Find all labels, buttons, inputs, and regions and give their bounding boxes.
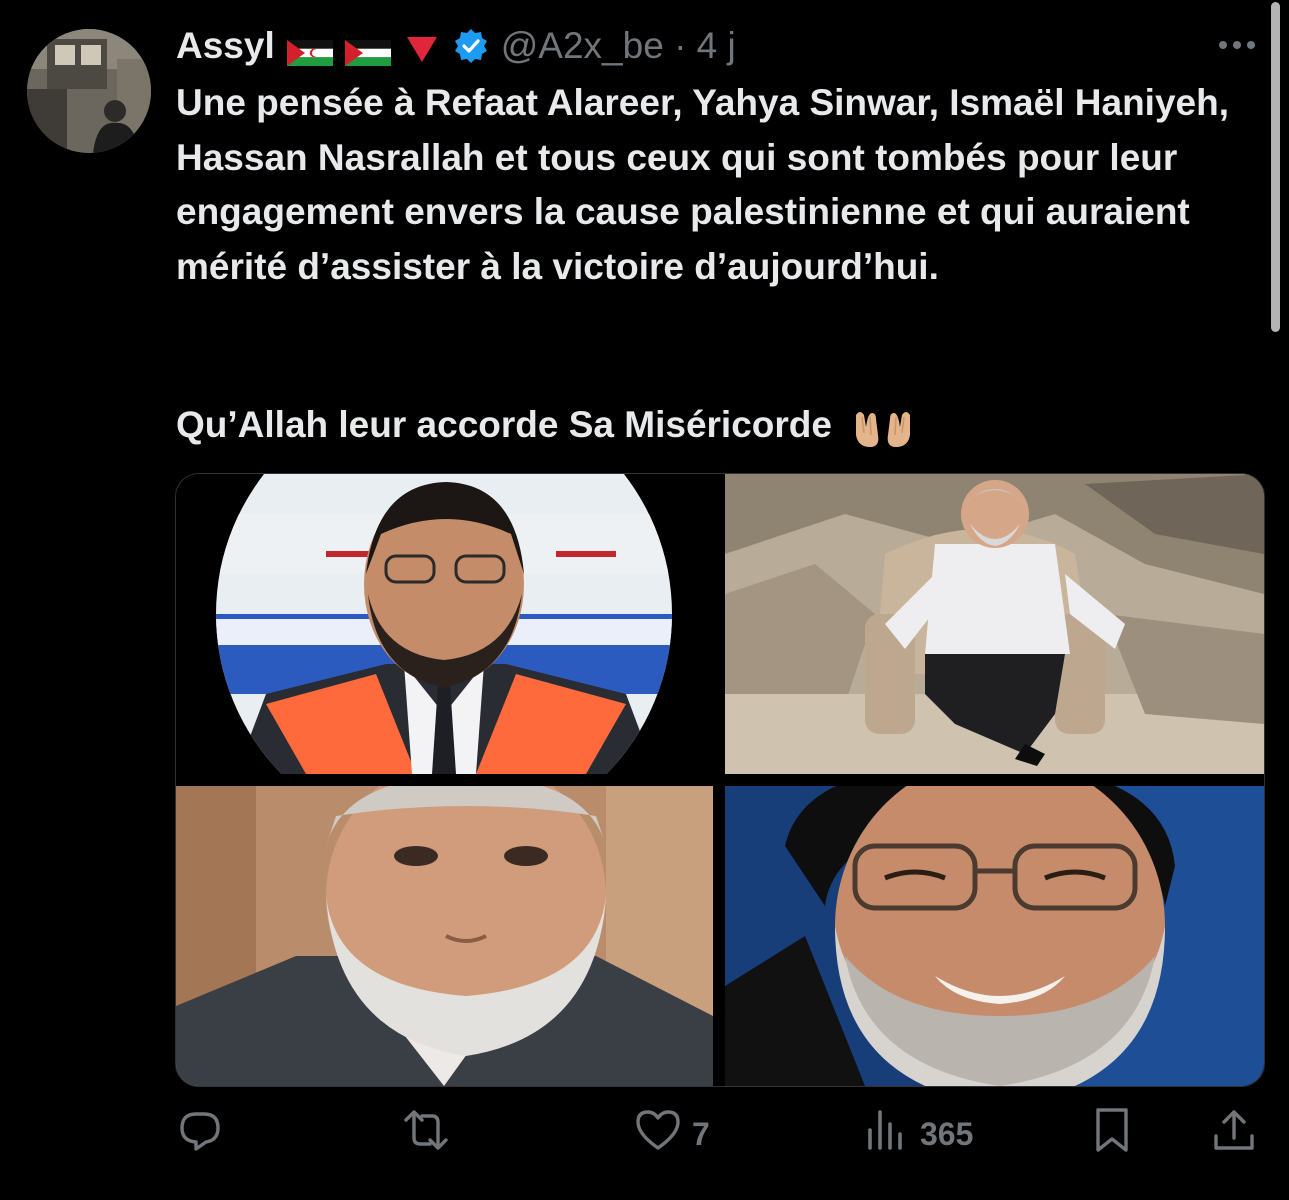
more-options-icon[interactable] [1214,30,1260,60]
reply-icon [176,1106,224,1162]
red-triangle-icon [405,31,439,62]
heart-icon [634,1106,682,1162]
repost-icon [402,1106,450,1162]
photo-1-portrait-graduation-gown[interactable] [176,474,713,774]
bookmark-icon [1088,1106,1136,1162]
verified-badge-icon [453,28,489,64]
media-grid[interactable] [175,473,1265,1087]
handle-and-time[interactable]: @A2x_be · 4 j [501,25,736,67]
reply-button[interactable] [176,1105,234,1163]
tweet-closing-line: Qu’Allah leur accorde Sa Miséricorde [176,398,1256,452]
photo-2-man-seated-armchair-rubble[interactable] [725,474,1264,774]
tweet-header: Assyl @A2x_be · 4 j [176,20,736,72]
like-count: 7 [692,1115,710,1152]
palestine-flag-icon [344,33,391,66]
tweet-actions: 7 365 [176,1105,1261,1163]
bookmark-button[interactable] [1088,1105,1136,1163]
photo-4-portrait-smiling-glasses[interactable] [725,786,1264,1086]
avatar[interactable] [27,29,151,153]
tweet-text: Une pensée à Refaat Alareer, Yahya Sinwa… [176,82,1229,287]
views-button[interactable]: 365 [862,1105,973,1163]
author-name[interactable]: Assyl [176,25,275,67]
views-count: 365 [920,1115,974,1152]
views-icon [862,1106,910,1162]
repost-button[interactable] [402,1105,460,1163]
western-sahara-flag-icon [286,33,333,66]
share-button[interactable] [1210,1105,1258,1163]
palms-up-together-icon [850,405,916,449]
like-button[interactable]: 7 [634,1105,710,1163]
scrollbar[interactable] [1271,2,1280,332]
photo-3-portrait-white-beard[interactable] [176,786,713,1086]
closing-text: Qu’Allah leur accorde Sa Miséricorde [176,404,832,445]
share-icon [1210,1106,1258,1162]
